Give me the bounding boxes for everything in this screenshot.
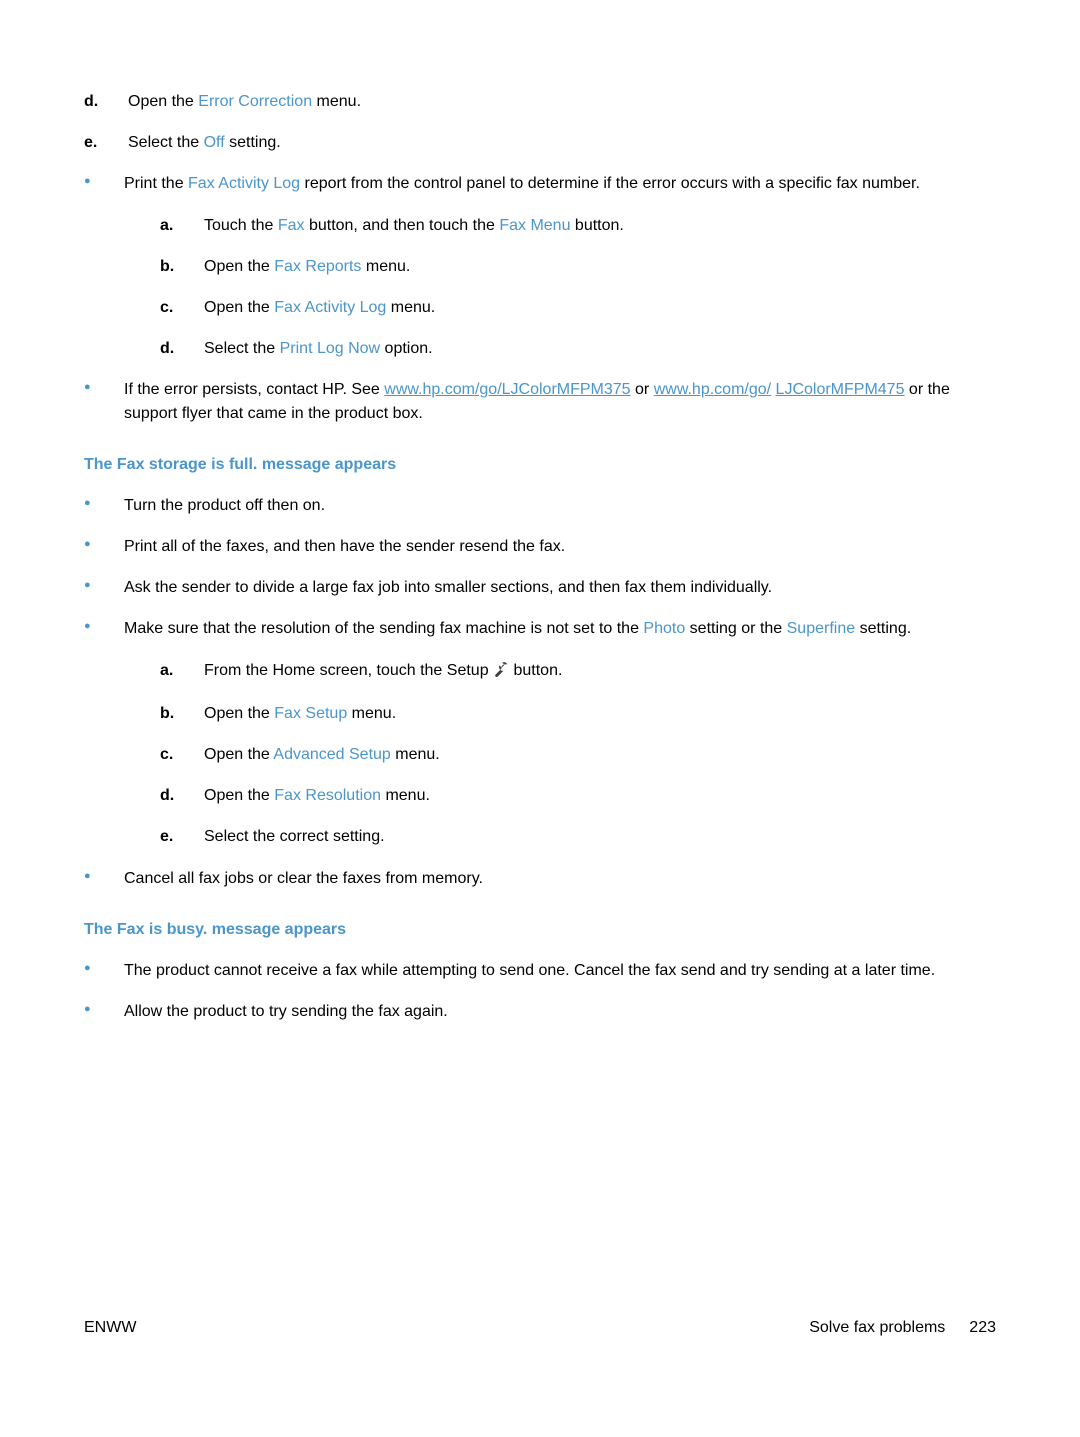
text: setting. [225,134,281,151]
alpha-item-a: a. From the Home screen, touch the Setup… [160,659,996,684]
text: From the Home screen, touch the Setup [204,662,493,679]
text: Open the [204,787,274,804]
alpha-marker: d. [84,90,98,113]
alpha-item-b: b. Open the Fax Setup menu. [160,702,996,725]
ui-term-error-correction: Error Correction [198,93,312,110]
page-footer: ENWW Solve fax problems 223 [84,1316,996,1339]
bullet-turn-off-on: Turn the product off then on. [84,494,996,517]
text: Open the [204,705,274,722]
text: button. [509,662,562,679]
alpha-item-b: b. Open the Fax Reports menu. [160,255,996,278]
text: Open the [204,299,274,316]
setup-wrench-icon [493,661,509,684]
ui-term-print-log-now: Print Log Now [280,340,381,357]
footer-right: Solve fax problems 223 [809,1316,996,1339]
alpha-marker: d. [160,337,174,360]
link-m475-part2[interactable]: LJColorMFPM475 [776,381,905,398]
alpha-marker: d. [160,784,174,807]
text: menu. [391,746,440,763]
text: Select the correct setting. [204,828,385,845]
text: button. [570,217,623,234]
footer-left: ENWW [84,1316,136,1339]
bullet-contact-hp: If the error persists, contact HP. See w… [84,378,996,424]
content-area: d. Open the Error Correction menu. e. Se… [84,90,996,1023]
bullet-cannot-receive: The product cannot receive a fax while a… [84,959,996,982]
bullet-print-all: Print all of the faxes, and then have th… [84,535,996,558]
ui-term-fax-reports: Fax Reports [274,258,361,275]
ui-term-fax-activity-log2: Fax Activity Log [274,299,386,316]
text: Open the [128,93,198,110]
text: Make sure that the resolution of the sen… [124,620,643,637]
alpha-item-e: e. Select the correct setting. [160,825,996,848]
bullet-cancel-all: Cancel all fax jobs or clear the faxes f… [84,867,996,890]
text: setting or the [685,620,786,637]
alpha-marker: a. [160,659,173,682]
alpha-item-d: d. Open the Error Correction menu. [84,90,996,113]
text: Select the [204,340,280,357]
text: option. [380,340,432,357]
text: report from the control panel to determi… [300,175,920,192]
alpha-marker: e. [160,825,173,848]
page-container: d. Open the Error Correction menu. e. Se… [0,0,1080,1437]
text: menu. [312,93,361,110]
ui-term-fax: Fax [278,217,305,234]
alpha-list-storage: a. From the Home screen, touch the Setup… [120,659,996,849]
ui-term-photo: Photo [643,620,685,637]
text: Print the [124,175,188,192]
alpha-item-c: c. Open the Fax Activity Log menu. [160,296,996,319]
alpha-marker: e. [84,131,97,154]
alpha-marker: c. [160,743,173,766]
text: setting. [855,620,911,637]
alpha-item-e: e. Select the Off setting. [84,131,996,154]
text: or [631,381,654,398]
heading-fax-busy: The Fax is busy. message appears [84,918,996,941]
alpha-marker: b. [160,702,174,725]
alpha-marker: a. [160,214,173,237]
bullet-try-again: Allow the product to try sending the fax… [84,1000,996,1023]
ui-term-advanced-setup: Advanced Setup [273,746,390,763]
text: If the error persists, contact HP. See [124,381,384,398]
alpha-list-top: d. Open the Error Correction menu. e. Se… [84,90,996,154]
footer-page-number: 223 [969,1316,996,1339]
alpha-item-d: d. Open the Fax Resolution menu. [160,784,996,807]
alpha-item-d: d. Select the Print Log Now option. [160,337,996,360]
footer-section-title: Solve fax problems [809,1316,945,1339]
ui-term-off: Off [204,134,225,151]
bullet-list-busy: The product cannot receive a fax while a… [84,959,996,1023]
text: menu. [347,705,396,722]
bullet-list-storage: Turn the product off then on. Print all … [84,494,996,890]
text: button, and then touch the [305,217,500,234]
alpha-item-c: c. Open the Advanced Setup menu. [160,743,996,766]
text: Select the [128,134,204,151]
bullet-list-main: Print the Fax Activity Log report from t… [84,172,996,424]
text: Open the [204,258,274,275]
text: Touch the [204,217,278,234]
text: menu. [381,787,430,804]
ui-term-fax-activity-log: Fax Activity Log [188,175,300,192]
alpha-marker: c. [160,296,173,319]
text: menu. [361,258,410,275]
link-m375[interactable]: www.hp.com/go/LJColorMFPM375 [384,381,630,398]
alpha-item-a: a. Touch the Fax button, and then touch … [160,214,996,237]
ui-term-superfine: Superfine [787,620,856,637]
ui-term-fax-menu: Fax Menu [499,217,570,234]
alpha-marker: b. [160,255,174,278]
text: Open the [204,746,273,763]
ui-term-fax-setup: Fax Setup [274,705,347,722]
link-m475-part1[interactable]: www.hp.com/go/ [654,381,771,398]
heading-storage-full: The Fax storage is full. message appears [84,453,996,476]
ui-term-fax-resolution: Fax Resolution [274,787,381,804]
alpha-list-print: a. Touch the Fax button, and then touch … [120,214,996,361]
bullet-resolution: Make sure that the resolution of the sen… [84,617,996,848]
bullet-print-activity: Print the Fax Activity Log report from t… [84,172,996,360]
text: menu. [386,299,435,316]
bullet-divide: Ask the sender to divide a large fax job… [84,576,996,599]
